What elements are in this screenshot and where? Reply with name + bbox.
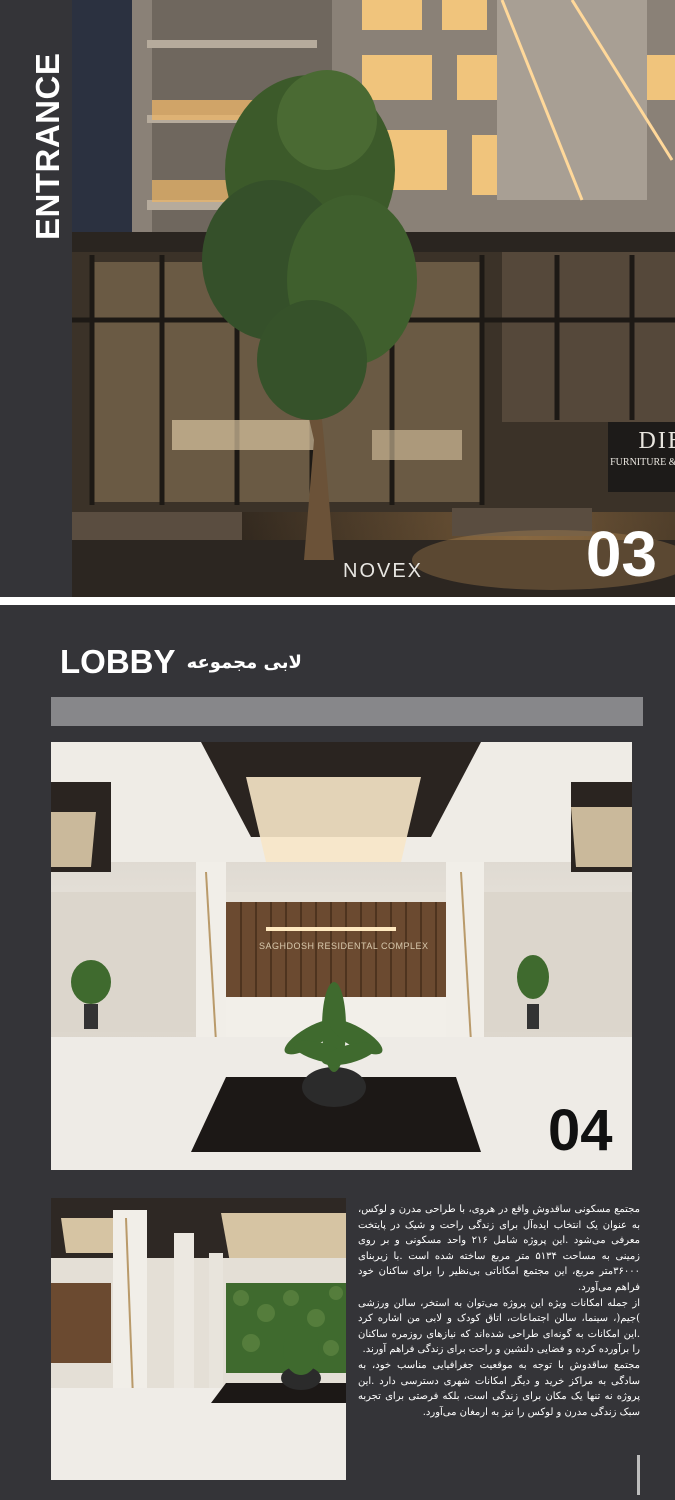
lobby-corridor-illustration bbox=[51, 1198, 346, 1480]
store-sign-subtitle: FURNITURE & HOME DECOR bbox=[610, 457, 675, 468]
description-paragraph-2: از جمله امکانات ویژه این پروژه می‌توان ب… bbox=[358, 1297, 640, 1356]
description-paragraph-3: مجتمع ساقدوش با توجه به موقعیت جغرافیایی… bbox=[358, 1359, 640, 1418]
entrance-photo: DIBAJ FURNITURE & HOME DECOR bbox=[72, 0, 675, 597]
description-paragraph-1: مجتمع مسکونی ساقدوش واقع در هروی، با طرا… bbox=[358, 1204, 641, 1293]
section-divider bbox=[0, 597, 675, 605]
entrance-building-illustration bbox=[72, 0, 675, 597]
lobby-heading: LOBBY لابی مجموعه bbox=[60, 643, 302, 681]
novex-logo: NOVEX bbox=[343, 560, 424, 582]
page-number-04: 04 bbox=[548, 1098, 613, 1163]
entrance-side-label: ENTRANCE bbox=[29, 52, 66, 240]
lobby-description: مجتمع مسکونی ساقدوش واقع در هروی، با طرا… bbox=[358, 1202, 640, 1420]
lobby-interior-illustration bbox=[51, 742, 632, 1170]
lobby-photo-main: SAGHDOSH RESIDENTAL COMPLEX bbox=[51, 742, 632, 1170]
page-number-03: 03 bbox=[585, 518, 657, 590]
lobby-title-en: LOBBY bbox=[60, 643, 176, 680]
lobby-photo-secondary bbox=[51, 1198, 346, 1480]
header-bar bbox=[51, 697, 643, 726]
scroll-indicator[interactable] bbox=[637, 1455, 640, 1495]
lobby-title-fa: لابی مجموعه bbox=[186, 651, 302, 673]
entrance-section: ENTRANCE DI FURNITURE NOVEX 03 bbox=[0, 0, 675, 597]
store-sign-brand: DIBAJ bbox=[638, 428, 675, 454]
store-sign: DIBAJ FURNITURE & HOME DECOR bbox=[608, 422, 675, 492]
reception-sign: SAGHDOSH RESIDENTAL COMPLEX bbox=[259, 941, 429, 951]
